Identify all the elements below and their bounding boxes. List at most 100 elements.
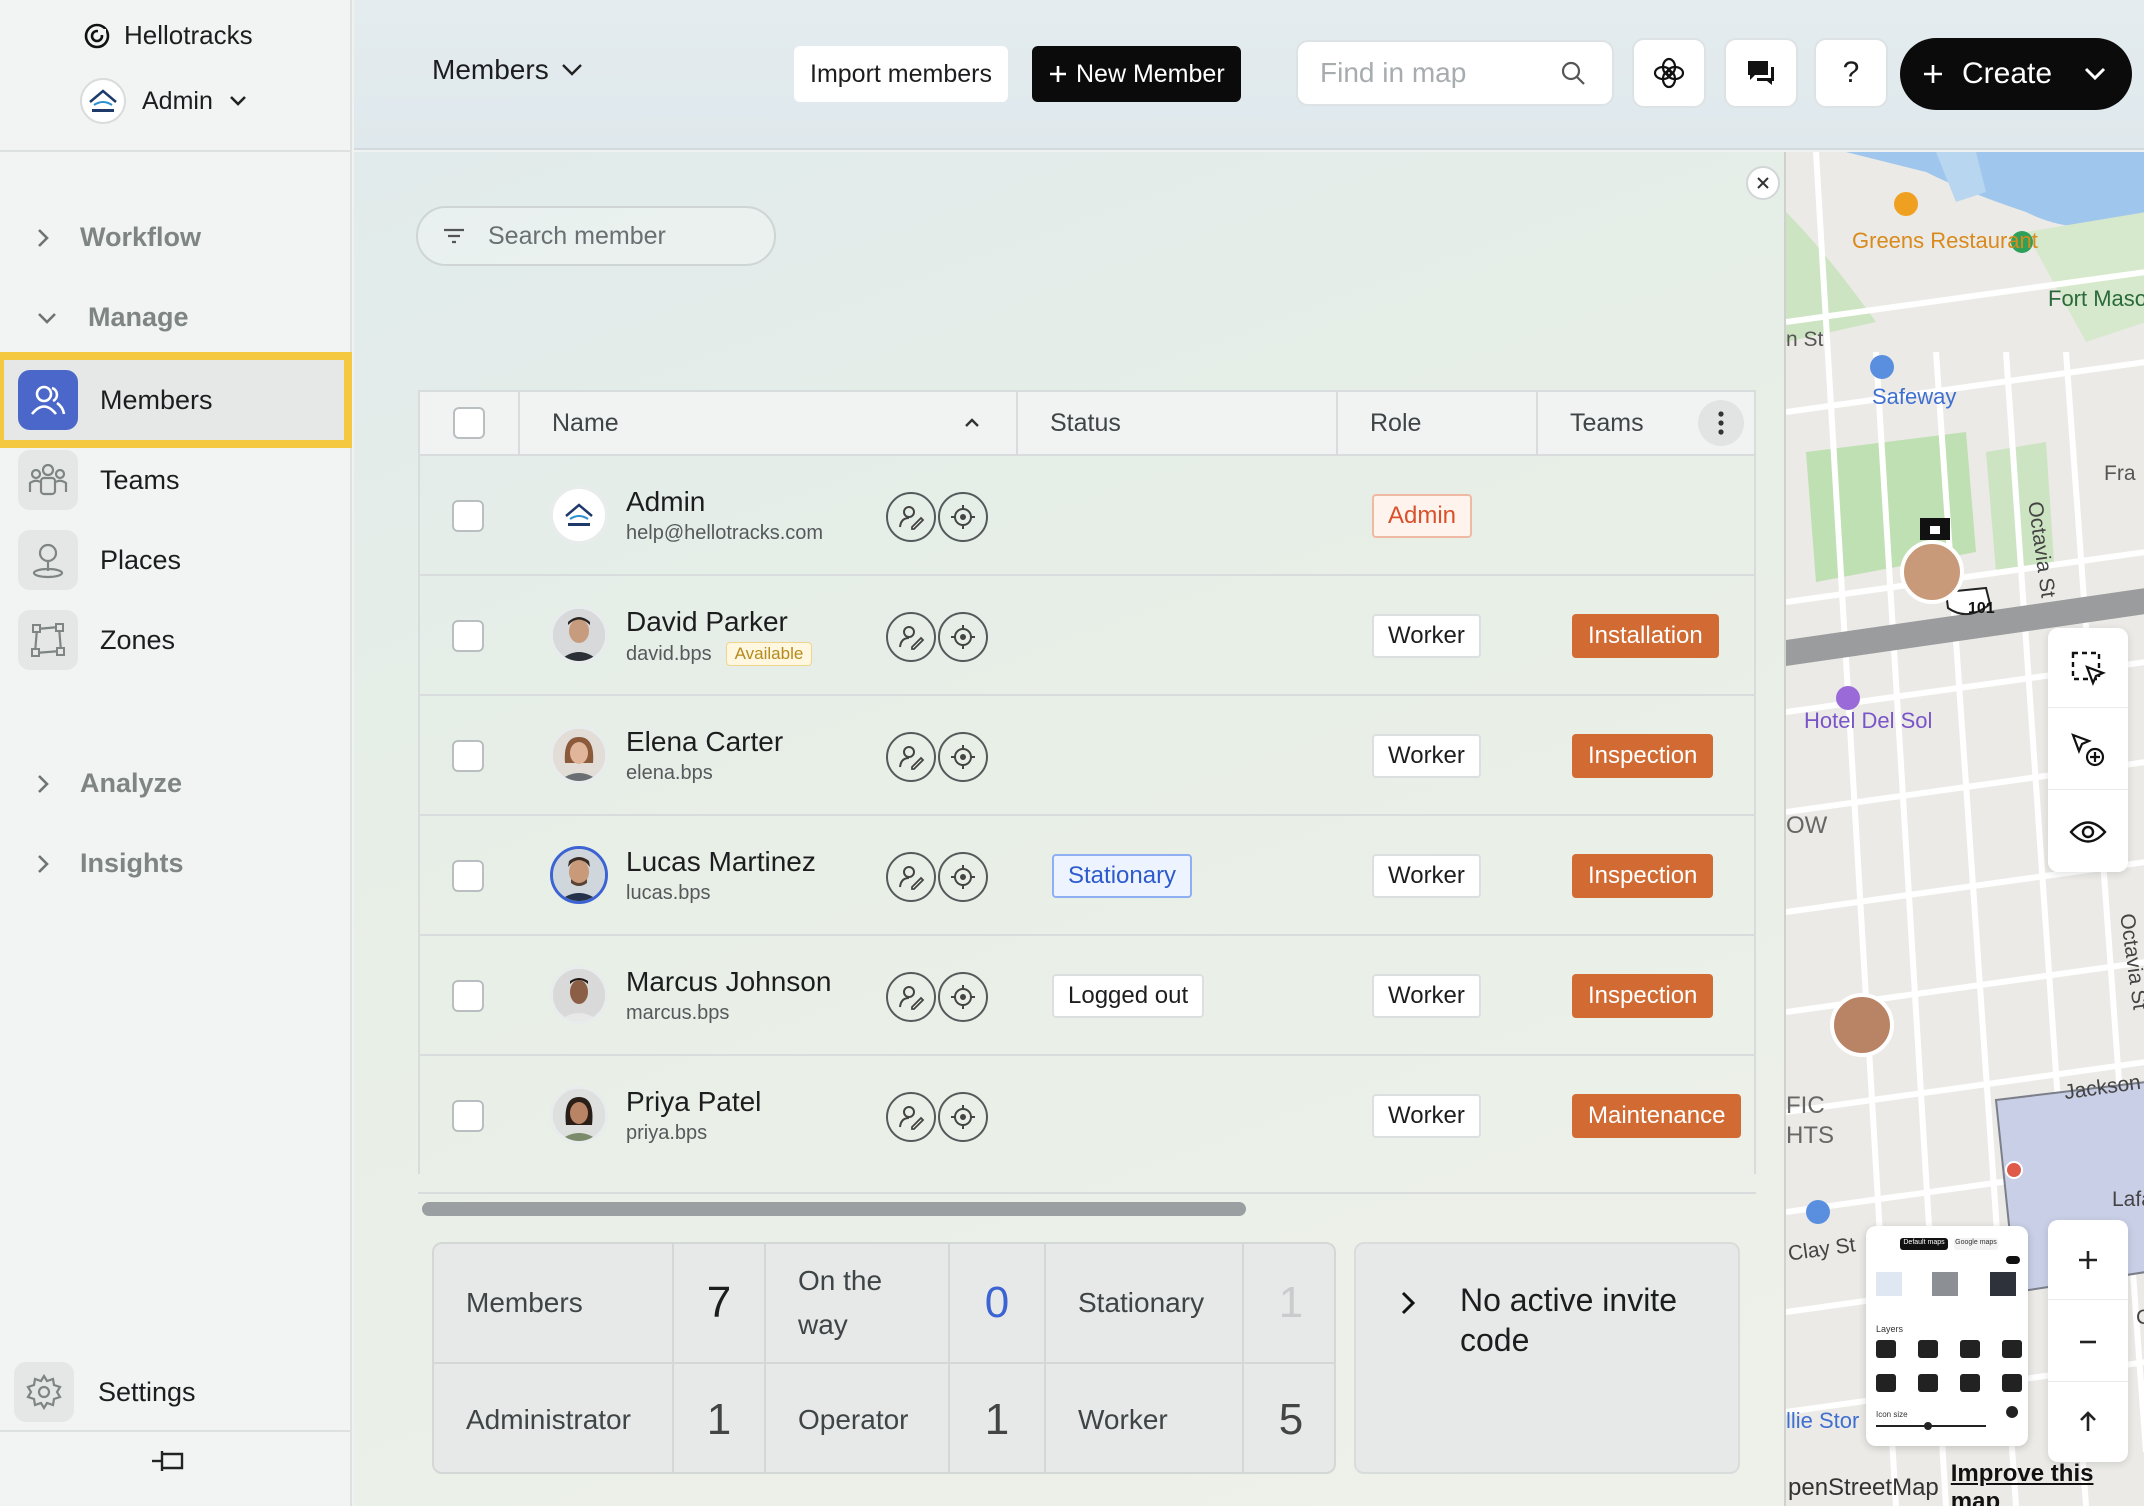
sidebar-item-teams[interactable]: Teams xyxy=(14,446,338,514)
chevron-down-icon xyxy=(2084,67,2106,81)
stat-members-value: 7 xyxy=(674,1244,766,1364)
row-checkbox[interactable] xyxy=(452,980,484,1012)
row-checkbox[interactable] xyxy=(452,620,484,652)
member-name[interactable]: Admin xyxy=(626,486,705,518)
member-name[interactable]: Priya Patel xyxy=(626,1086,761,1118)
team-badge[interactable]: Installation xyxy=(1572,614,1719,658)
view-selector[interactable]: Members xyxy=(432,54,583,86)
table-row[interactable]: Elena Carter elena.bps Worker Inspection xyxy=(420,696,1754,816)
reset-bearing-button[interactable] xyxy=(2048,1382,2128,1462)
locate-member-icon[interactable] xyxy=(938,612,988,662)
gear-icon xyxy=(14,1362,74,1422)
table-row[interactable]: Admin help@hellotracks.com Admin xyxy=(420,456,1754,576)
table-header: Name Status Role Teams xyxy=(420,392,1754,456)
more-vertical-icon xyxy=(1718,411,1724,435)
table-row[interactable]: David Parker david.bps Available Worker I… xyxy=(420,576,1754,696)
section-workflow[interactable]: Workflow xyxy=(36,222,201,253)
stat-worker-label: Worker xyxy=(1046,1364,1244,1472)
column-status[interactable]: Status xyxy=(1018,392,1338,454)
account-switcher[interactable]: Admin xyxy=(80,78,247,124)
horizontal-scrollbar[interactable] xyxy=(422,1202,1246,1216)
locate-member-icon[interactable] xyxy=(938,732,988,782)
pin-sidebar-icon[interactable] xyxy=(148,1446,188,1476)
section-label: Workflow xyxy=(80,222,201,252)
invite-line: No active invite xyxy=(1460,1282,1677,1318)
search-member[interactable] xyxy=(416,206,776,266)
column-label: Role xyxy=(1370,408,1422,437)
section-manage[interactable]: Manage xyxy=(36,302,189,333)
brand[interactable]: Hellotracks xyxy=(84,20,253,51)
table-row[interactable]: Priya Patel priya.bps Worker Maintenance xyxy=(420,1056,1754,1174)
edit-member-icon[interactable] xyxy=(886,732,936,782)
column-menu-button[interactable] xyxy=(1698,400,1744,446)
add-point-button[interactable] xyxy=(2048,710,2128,790)
edit-member-icon[interactable] xyxy=(886,492,936,542)
locate-member-icon[interactable] xyxy=(938,492,988,542)
locate-member-icon[interactable] xyxy=(938,852,988,902)
row-checkbox[interactable] xyxy=(452,500,484,532)
sidebar-item-places[interactable]: Places xyxy=(14,526,338,594)
stat-operator-label: Operator xyxy=(766,1364,950,1472)
column-role[interactable]: Role xyxy=(1338,392,1538,454)
edit-member-icon[interactable] xyxy=(886,972,936,1022)
map-zoom-controls xyxy=(2048,1220,2128,1462)
row-checkbox[interactable] xyxy=(452,740,484,772)
layers-tab-google[interactable]: Google maps xyxy=(1954,1239,1998,1246)
search-icon xyxy=(1561,61,1585,85)
find-in-map[interactable] xyxy=(1296,40,1614,106)
table-row[interactable]: Marcus Johnson marcus.bps Logged out Wor… xyxy=(420,936,1754,1056)
sidebar-item-zones[interactable]: Zones xyxy=(14,606,338,674)
settings-label: Settings xyxy=(98,1376,196,1407)
search-member-input[interactable] xyxy=(488,221,748,251)
zoom-out-button[interactable] xyxy=(2048,1302,2128,1382)
member-name[interactable]: Elena Carter xyxy=(626,726,783,758)
stat-administrator-label: Administrator xyxy=(434,1364,674,1472)
select-all-checkbox[interactable] xyxy=(453,407,485,439)
help-button[interactable]: ? xyxy=(1814,38,1888,108)
member-subtitle: lucas.bps xyxy=(626,882,711,905)
team-badge[interactable]: Inspection xyxy=(1572,854,1714,898)
close-panel-button[interactable] xyxy=(1746,166,1780,200)
column-name[interactable]: Name xyxy=(520,392,1018,454)
sidebar-item-members[interactable]: Members xyxy=(0,352,352,448)
member-username: lucas.bps xyxy=(626,882,711,904)
visibility-button[interactable] xyxy=(2048,792,2128,872)
select-area-button[interactable] xyxy=(2048,628,2128,708)
locate-member-icon[interactable] xyxy=(938,1092,988,1142)
invite-code-card[interactable]: No active invite code xyxy=(1354,1242,1740,1474)
team-badge[interactable]: Inspection xyxy=(1572,974,1714,1018)
sidebar-item-settings[interactable]: Settings xyxy=(14,1362,196,1422)
invite-line: code xyxy=(1460,1322,1530,1358)
locate-member-icon[interactable] xyxy=(938,972,988,1022)
new-member-button[interactable]: New Member xyxy=(1032,46,1241,102)
avatar xyxy=(550,846,608,904)
app-name: Hellotracks xyxy=(124,20,253,50)
avatar xyxy=(550,966,608,1024)
scroll-track xyxy=(418,1192,1756,1194)
osm-attribution: penStreetMap xyxy=(1788,1474,1939,1501)
edit-member-icon[interactable] xyxy=(886,852,936,902)
import-members-button[interactable]: Import members xyxy=(794,46,1008,102)
layers-tab-default[interactable]: Default maps xyxy=(1900,1239,1948,1246)
team-badge[interactable]: Maintenance xyxy=(1572,1094,1742,1138)
map-label: llie Stor xyxy=(1786,1408,1860,1433)
row-checkbox[interactable] xyxy=(452,860,484,892)
zoom-in-button[interactable] xyxy=(2048,1220,2128,1300)
chevron-right-icon xyxy=(38,774,49,793)
table-row[interactable]: Lucas Martinez lucas.bps Stationary Work… xyxy=(420,816,1754,936)
member-name[interactable]: Lucas Martinez xyxy=(626,846,816,878)
ai-assistant-button[interactable] xyxy=(1632,38,1706,108)
improve-map-link[interactable]: Improve this map xyxy=(1951,1460,2144,1506)
create-button[interactable]: Create xyxy=(1900,38,2132,110)
find-in-map-input[interactable] xyxy=(1320,57,1560,89)
map-layers-panel[interactable]: Default maps Google maps Layers Icon siz… xyxy=(1866,1226,2028,1446)
member-name[interactable]: Marcus Johnson xyxy=(626,966,831,998)
member-name[interactable]: David Parker xyxy=(626,606,788,638)
edit-member-icon[interactable] xyxy=(886,1092,936,1142)
section-insights[interactable]: Insights xyxy=(36,848,184,879)
section-analyze[interactable]: Analyze xyxy=(36,768,182,799)
chat-button[interactable] xyxy=(1724,38,1798,108)
row-checkbox[interactable] xyxy=(452,1100,484,1132)
team-badge[interactable]: Inspection xyxy=(1572,734,1714,778)
edit-member-icon[interactable] xyxy=(886,612,936,662)
